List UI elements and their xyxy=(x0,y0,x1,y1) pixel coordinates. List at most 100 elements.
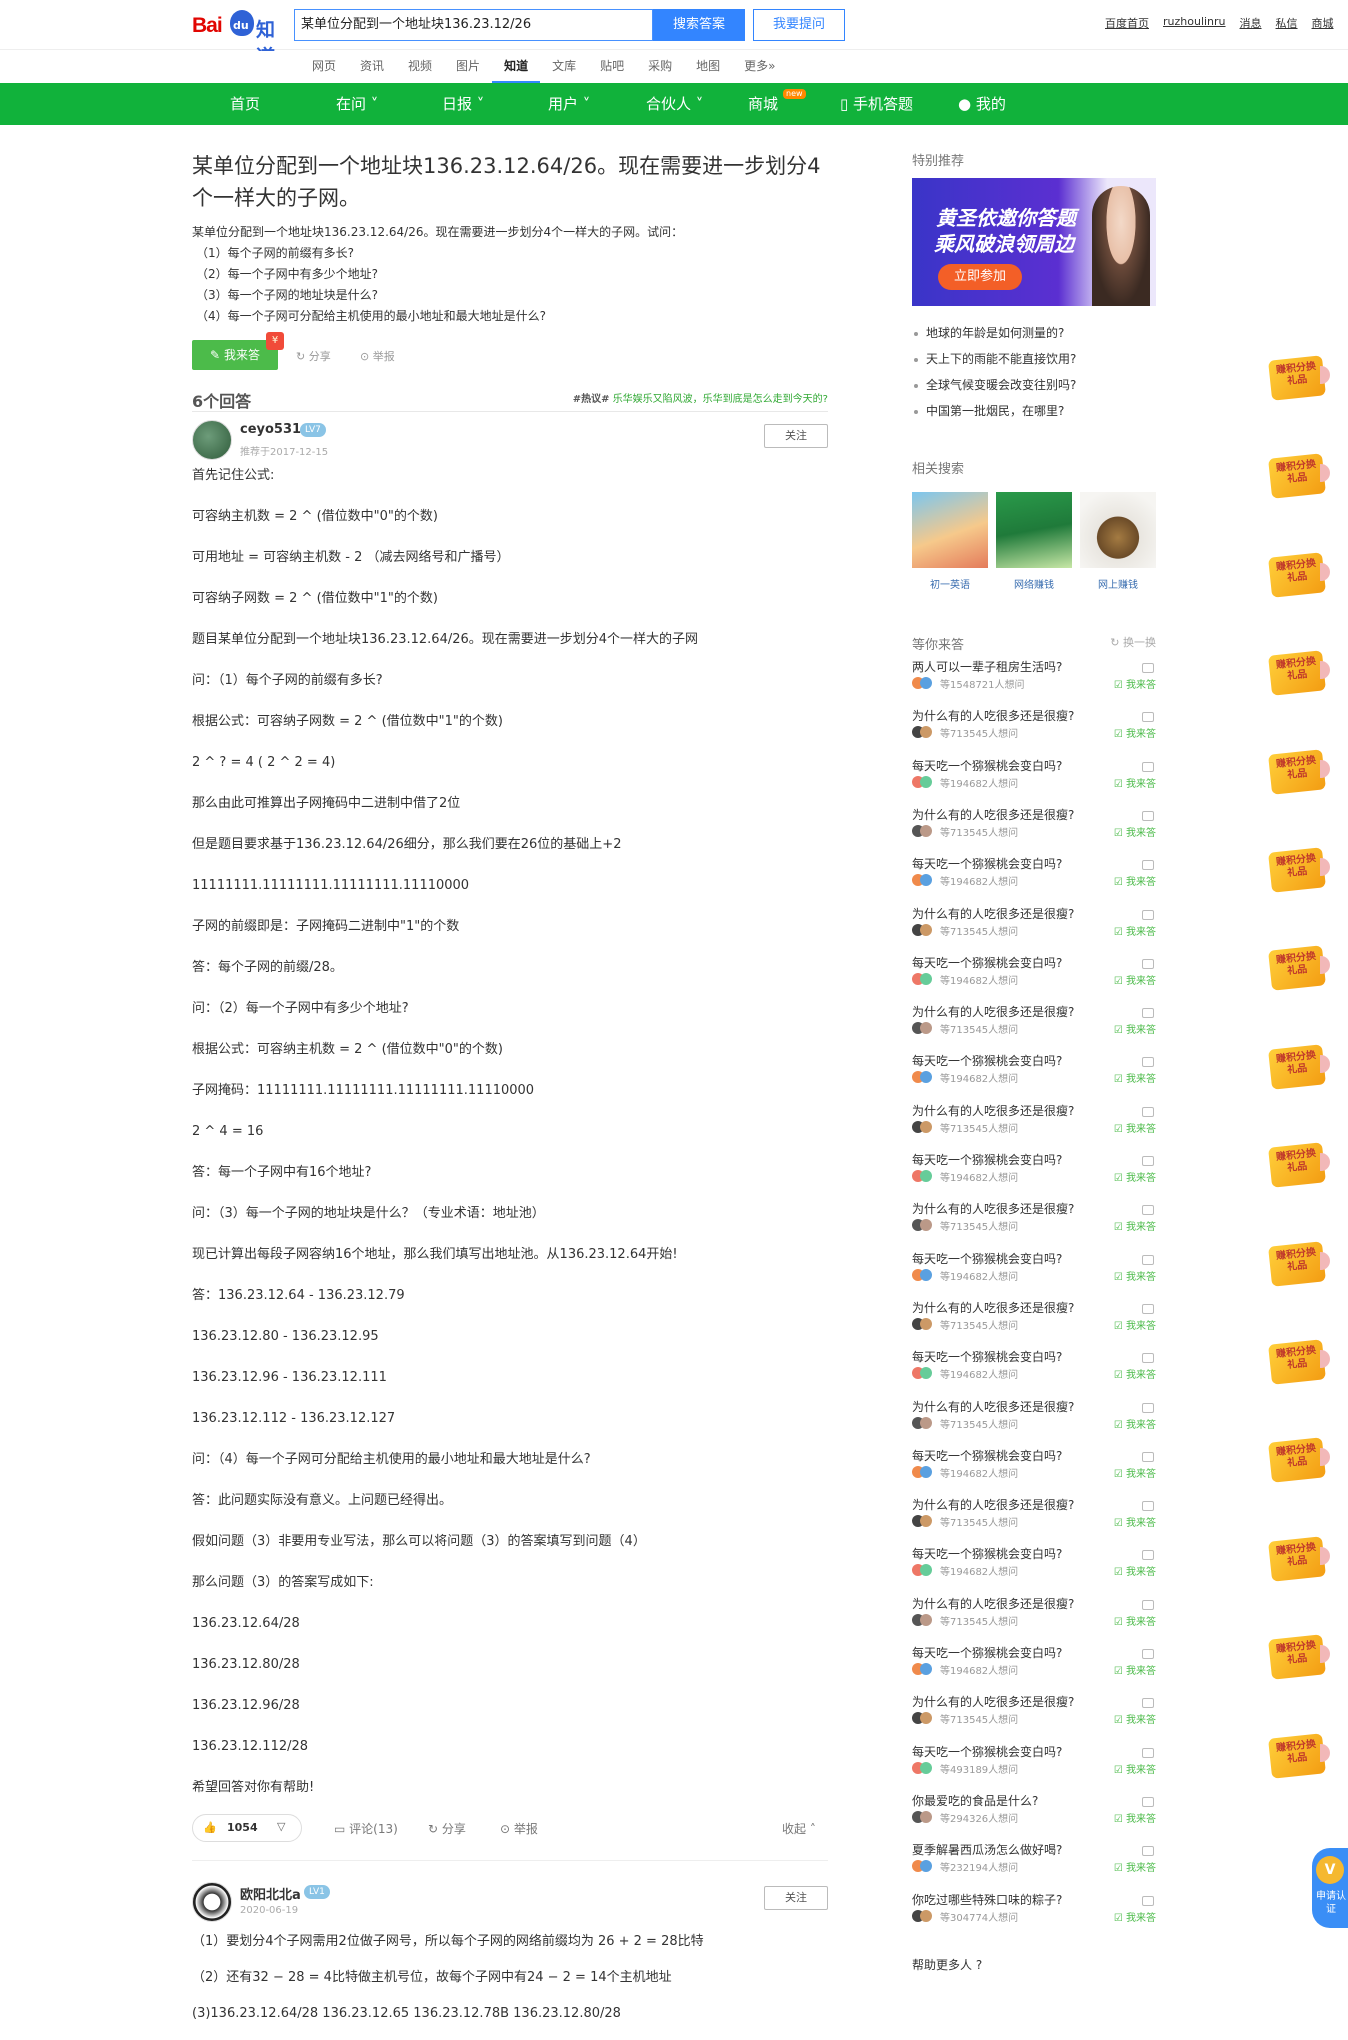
recommend-link[interactable]: 天上下的雨能不能直接饮用? xyxy=(912,346,1156,372)
waiting-question-text[interactable]: 每天吃一个猕猴桃会变白吗? xyxy=(912,1250,1062,1267)
nav-mine[interactable]: ● 我的 xyxy=(958,83,1006,125)
share-button[interactable]: ↻ 分享 xyxy=(428,1820,466,1837)
related-item[interactable]: 网络赚钱 xyxy=(996,492,1072,591)
waiting-question-text[interactable]: 每天吃一个猕猴桃会变白吗? xyxy=(912,954,1062,971)
waiting-question-text[interactable]: 每天吃一个猕猴桃会变白吗? xyxy=(912,1052,1062,1069)
search-input[interactable]: 某单位分配到一个地址块136.23.12/26 xyxy=(294,9,653,41)
waiting-question-text[interactable]: 为什么有的人吃很多还是很瘦? xyxy=(912,1398,1074,1415)
waiting-question-text[interactable]: 每天吃一个猕猴桃会变白吗? xyxy=(912,1348,1062,1365)
like-button[interactable]: 👍 1054 ▽ xyxy=(192,1814,302,1842)
avatar[interactable] xyxy=(192,1882,232,1922)
waiting-question-item[interactable]: 为什么有的人吃很多还是很瘦? 等713545人想问 ☑ 我来答 xyxy=(912,1398,1156,1447)
waiting-question-item[interactable]: 为什么有的人吃很多还是很瘦? 等713545人想问 ☑ 我来答 xyxy=(912,1299,1156,1348)
link-username[interactable]: ruzhoulinru xyxy=(1163,15,1226,31)
recommend-link[interactable]: 地球的年龄是如何测量的? xyxy=(912,320,1156,346)
comment-button[interactable]: ▭ 评论(13) xyxy=(334,1820,398,1837)
nav-user[interactable]: 用户 ˅ xyxy=(548,83,590,125)
nav-mall[interactable]: 商城 xyxy=(748,83,778,125)
waiting-question-item[interactable]: 每天吃一个猕猴桃会变白吗? 等194682人想问 ☑ 我来答 xyxy=(912,855,1156,904)
waiting-question-item[interactable]: 为什么有的人吃很多还是很瘦? 等713545人想问 ☑ 我来答 xyxy=(912,1693,1156,1742)
nav-zaiwen[interactable]: 在问 ˅ xyxy=(336,83,378,125)
waiting-question-item[interactable]: 每天吃一个猕猴桃会变白吗? 等194682人想问 ☑ 我来答 xyxy=(912,1151,1156,1200)
earn-points-badge[interactable]: 赚积分换礼品 xyxy=(1262,944,1330,992)
answer-link[interactable]: ☑ 我来答 xyxy=(1114,1761,1156,1776)
answer-button[interactable]: ✎ 我来答 ¥ xyxy=(192,332,284,370)
tab-web[interactable]: 网页 xyxy=(300,51,348,83)
waiting-question-item[interactable]: 为什么有的人吃很多还是很瘦? 等713545人想问 ☑ 我来答 xyxy=(912,905,1156,954)
waiting-question-text[interactable]: 每天吃一个猕猴桃会变白吗? xyxy=(912,855,1062,872)
waiting-question-text[interactable]: 为什么有的人吃很多还是很瘦? xyxy=(912,1102,1074,1119)
waiting-question-text[interactable]: 每天吃一个猕猴桃会变白吗? xyxy=(912,1151,1062,1168)
tab-news[interactable]: 资讯 xyxy=(348,51,396,83)
recommend-link[interactable]: 全球气候变暖会改变往别吗? xyxy=(912,372,1156,398)
join-now-button[interactable]: 立即参加 xyxy=(938,264,1022,290)
waiting-question-text[interactable]: 两人可以一辈子租房生活吗? xyxy=(912,658,1062,675)
waiting-question-text[interactable]: 为什么有的人吃很多还是很瘦? xyxy=(912,1693,1074,1710)
answer-link[interactable]: ☑ 我来答 xyxy=(1114,1563,1156,1578)
share-button[interactable]: ↻ 分享 xyxy=(296,348,331,364)
avatar[interactable] xyxy=(192,420,232,460)
answer-link[interactable]: ☑ 我来答 xyxy=(1114,725,1156,740)
tab-wenku[interactable]: 文库 xyxy=(540,51,588,83)
answer-link[interactable]: ☑ 我来答 xyxy=(1114,676,1156,691)
waiting-question-item[interactable]: 两人可以一辈子租房生活吗? 等1548721人想问 ☑ 我来答 xyxy=(912,658,1156,707)
waiting-question-text[interactable]: 你最爱吃的食品是什么? xyxy=(912,1792,1038,1809)
ask-question-button[interactable]: 我要提问 xyxy=(753,9,845,41)
waiting-question-item[interactable]: 你最爱吃的食品是什么? 等294326人想问 ☑ 我来答 xyxy=(912,1792,1156,1841)
help-more-link[interactable]: 帮助更多人 ? xyxy=(912,1956,982,1973)
waiting-question-text[interactable]: 为什么有的人吃很多还是很瘦? xyxy=(912,1200,1074,1217)
report-button[interactable]: ⊙ 举报 xyxy=(360,348,395,364)
answer-link[interactable]: ☑ 我来答 xyxy=(1114,1810,1156,1825)
hot-topic-link[interactable]: #热议# 乐华娱乐又陷风波，乐华到底是怎么走到今天的? xyxy=(573,390,828,405)
answer-link[interactable]: ☑ 我来答 xyxy=(1114,1859,1156,1874)
nav-partner[interactable]: 合伙人 ˅ xyxy=(646,83,703,125)
earn-points-badge[interactable]: 赚积分换礼品 xyxy=(1262,1436,1330,1484)
apply-certification-button[interactable]: V 申请认证 xyxy=(1312,1848,1348,1928)
collapse-button[interactable]: 收起 ˄ xyxy=(782,1820,816,1837)
waiting-question-item[interactable]: 为什么有的人吃很多还是很瘦? 等713545人想问 ☑ 我来答 xyxy=(912,1003,1156,1052)
answer-link[interactable]: ☑ 我来答 xyxy=(1114,1909,1156,1924)
waiting-question-item[interactable]: 为什么有的人吃很多还是很瘦? 等713545人想问 ☑ 我来答 xyxy=(912,1496,1156,1545)
earn-points-badge[interactable]: 赚积分换礼品 xyxy=(1262,846,1330,893)
waiting-question-item[interactable]: 夏季解暑西瓜汤怎么做好喝? 等232194人想问 ☑ 我来答 xyxy=(912,1841,1156,1890)
nav-mobile-answer[interactable]: ▯ 手机答题 xyxy=(840,83,913,125)
waiting-question-text[interactable]: 为什么有的人吃很多还是很瘦? xyxy=(912,707,1074,724)
waiting-question-item[interactable]: 每天吃一个猕猴桃会变白吗? 等194682人想问 ☑ 我来答 xyxy=(912,1644,1156,1693)
waiting-question-item[interactable]: 为什么有的人吃很多还是很瘦? 等713545人想问 ☑ 我来答 xyxy=(912,1102,1156,1151)
waiting-question-text[interactable]: 每天吃一个猕猴桃会变白吗? xyxy=(912,1644,1062,1661)
nav-ribao[interactable]: 日报 ˅ xyxy=(442,83,484,125)
waiting-question-item[interactable]: 每天吃一个猕猴桃会变白吗? 等194682人想问 ☑ 我来答 xyxy=(912,1052,1156,1101)
tab-zhidao[interactable]: 知道 xyxy=(492,51,541,83)
promo-banner[interactable]: 黄圣依邀你答题 乘风破浪领周边 立即参加 xyxy=(912,178,1156,306)
tab-tieba[interactable]: 贴吧 xyxy=(588,51,636,83)
waiting-question-text[interactable]: 为什么有的人吃很多还是很瘦? xyxy=(912,905,1074,922)
answer-link[interactable]: ☑ 我来答 xyxy=(1114,1416,1156,1431)
refresh-button[interactable]: ↻ 换一换 xyxy=(1110,634,1156,650)
waiting-question-text[interactable]: 为什么有的人吃很多还是很瘦? xyxy=(912,1496,1074,1513)
answer-link[interactable]: ☑ 我来答 xyxy=(1114,824,1156,839)
baidu-zhidao-logo[interactable]: Bai du 知道 xyxy=(192,6,288,68)
waiting-question-text[interactable]: 为什么有的人吃很多还是很瘦? xyxy=(912,806,1074,823)
earn-points-badge[interactable]: 赚积分换礼品 xyxy=(1262,748,1330,795)
answer-link[interactable]: ☑ 我来答 xyxy=(1114,1613,1156,1628)
waiting-question-item[interactable]: 为什么有的人吃很多还是很瘦? 等713545人想问 ☑ 我来答 xyxy=(912,806,1156,855)
earn-points-badge[interactable]: 赚积分换礼品 xyxy=(1262,1633,1330,1680)
related-item[interactable]: 网上赚钱 xyxy=(1080,492,1156,591)
waiting-question-item[interactable]: 每天吃一个猕猴桃会变白吗? 等194682人想问 ☑ 我来答 xyxy=(912,1348,1156,1397)
waiting-question-text[interactable]: 为什么有的人吃很多还是很瘦? xyxy=(912,1299,1074,1316)
thumbs-down-icon[interactable]: ▽ xyxy=(277,1820,285,1833)
answer-link[interactable]: ☑ 我来答 xyxy=(1114,972,1156,987)
waiting-question-item[interactable]: 为什么有的人吃很多还是很瘦? 等713545人想问 ☑ 我来答 xyxy=(912,1200,1156,1249)
answer-username[interactable]: 欧阳北北a xyxy=(240,1884,301,1903)
answer-link[interactable]: ☑ 我来答 xyxy=(1114,1317,1156,1332)
tab-more[interactable]: 更多» xyxy=(732,51,787,83)
waiting-question-item[interactable]: 为什么有的人吃很多还是很瘦? 等713545人想问 ☑ 我来答 xyxy=(912,707,1156,756)
earn-points-badge[interactable]: 赚积分换礼品 xyxy=(1262,1043,1330,1090)
answer-link[interactable]: ☑ 我来答 xyxy=(1114,1218,1156,1233)
waiting-question-item[interactable]: 每天吃一个猕猴桃会变白吗? 等194682人想问 ☑ 我来答 xyxy=(912,757,1156,806)
waiting-question-item[interactable]: 为什么有的人吃很多还是很瘦? 等713545人想问 ☑ 我来答 xyxy=(912,1595,1156,1644)
answer-link[interactable]: ☑ 我来答 xyxy=(1114,1120,1156,1135)
tab-video[interactable]: 视频 xyxy=(396,51,444,83)
answer-link[interactable]: ☑ 我来答 xyxy=(1114,1711,1156,1726)
earn-points-badge[interactable]: 赚积分换礼品 xyxy=(1262,452,1330,500)
